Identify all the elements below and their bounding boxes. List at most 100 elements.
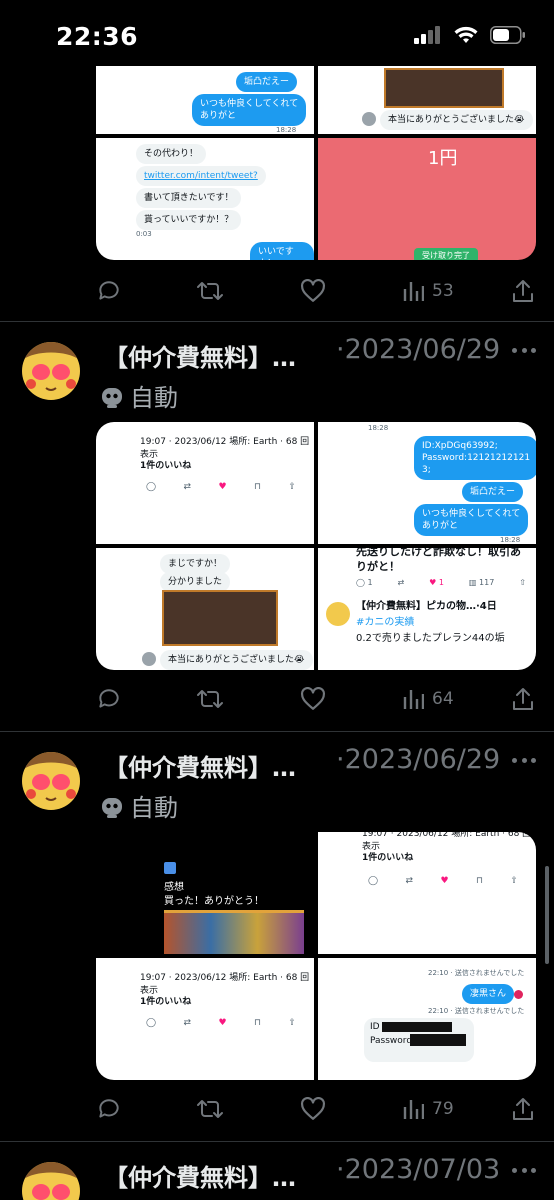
download-icon — [164, 862, 176, 874]
more-options-icon[interactable] — [512, 1168, 536, 1176]
avatar[interactable] — [22, 342, 80, 400]
media-image-4[interactable]: 先送りしたけど詐欺なし！取引ありがと！ ◯ 1 ⇄ ♥ 1 ▥ 117 ⇧ 【仲介費無料… — [318, 548, 536, 670]
send-status: 22:10 · 送信されませんでした — [428, 969, 525, 977]
status-icons — [414, 26, 526, 44]
share-icon — [513, 688, 533, 710]
views-button[interactable]: 53 — [402, 276, 454, 306]
chat-time: 18:28 — [500, 536, 521, 544]
chat-bubble: その代わり！ — [136, 144, 207, 165]
heart-icon — [301, 279, 325, 302]
robot-icon — [102, 797, 122, 818]
share-button[interactable] — [512, 684, 534, 714]
avatar[interactable] — [22, 752, 80, 810]
like-button[interactable] — [300, 276, 326, 306]
like-button[interactable] — [300, 1094, 326, 1124]
heart-icon — [301, 687, 325, 710]
tweet-actions: 64 — [96, 684, 536, 714]
avatar-image — [22, 342, 80, 400]
complete-button: 受け取り完了 — [414, 248, 478, 260]
chat-link: twitter.com/intent/tweet? — [136, 166, 266, 187]
media-image-4[interactable]: 1円 受け取り完了 — [318, 138, 536, 260]
share-icon — [513, 1098, 533, 1120]
media-image-4[interactable]: 22:10 · 送信されませんでした 凄黒さん 22:10 · 送信されませんで… — [318, 958, 536, 1080]
mini-action-row: ◯ ⇄ ♥ ⊓ ⇧ — [368, 876, 518, 886]
heart-icon — [301, 1097, 325, 1120]
chat-bubble: 本当にありがとうございました😭 — [160, 650, 313, 670]
views-chart-icon — [403, 282, 424, 301]
chat-bubble: 垢凸だえー — [236, 72, 298, 93]
tweet-divider — [0, 731, 554, 732]
send-status: 22:10 · 送信されませんでした — [428, 1007, 525, 1015]
post-meta: 19:07 · 2023/06/12 場所: Earth · 68 回表示 — [362, 832, 532, 852]
chat-bubble: 凄黒さん — [462, 984, 515, 1005]
more-options-icon[interactable] — [512, 348, 536, 356]
display-name[interactable]: 【仲介費無料】… — [104, 748, 296, 783]
reply-button[interactable] — [96, 276, 122, 306]
share-button[interactable] — [512, 1094, 534, 1124]
chat-bubble: いつも仲良くしてくれて ありがと — [414, 504, 529, 537]
chat-time: 18:28 — [276, 126, 297, 134]
game-screenshot — [164, 910, 304, 954]
mini-action-row: ◯ ⇄ ♥ ⊓ ⇧ — [146, 482, 296, 492]
media-image-1[interactable]: 19:07 · 2023/06/12 場所: Earth · 68 回表示 1件… — [96, 422, 314, 544]
tweet-media-grid[interactable]: 感想 買った！ありがとう！ 19:07 · 2023/06/12 場所: Ear… — [96, 832, 536, 1080]
reply-button[interactable] — [96, 1094, 122, 1124]
price-label: 1円 — [428, 148, 458, 169]
tweet-divider — [0, 1141, 554, 1142]
media-image-3[interactable]: 19:07 · 2023/06/12 場所: Earth · 68 回表示 1件… — [96, 958, 314, 1080]
media-image-2[interactable]: 18:28 ID:XpDGq63992; Password:1212121212… — [318, 422, 536, 544]
wifi-icon — [454, 26, 478, 43]
reply-icon — [99, 1099, 119, 1118]
post-meta: 19:07 · 2023/06/12 場所: Earth · 68 回表示 — [140, 973, 310, 996]
scrollbar[interactable] — [545, 866, 549, 964]
like-button[interactable] — [300, 684, 326, 714]
views-count: 79 — [432, 1099, 454, 1119]
automated-label: 自動 — [100, 378, 178, 413]
tweet-date[interactable]: ·2023/06/29 — [336, 744, 500, 775]
chat-bubble: 本当にありがとうございました😭 — [380, 110, 533, 131]
game-screenshot — [162, 590, 278, 646]
views-button[interactable]: 79 — [402, 1094, 454, 1124]
media-image-3[interactable]: その代わり！ twitter.com/intent/tweet? 書いて頂きたい… — [96, 138, 314, 260]
automated-label: 自動 — [100, 788, 178, 823]
avatar-image — [22, 752, 80, 810]
review-label: 感想 — [164, 882, 184, 893]
views-button[interactable]: 64 — [402, 684, 454, 714]
media-image-2[interactable]: 19:07 · 2023/06/12 場所: Earth · 68 回表示 1件… — [318, 832, 536, 954]
chat-bubble: 貰っていいですか！？ — [136, 210, 242, 231]
chat-bubble: 垢凸だえー — [462, 482, 524, 503]
retweet-button[interactable] — [196, 1094, 224, 1124]
reply-icon — [99, 281, 119, 300]
post-meta: 19:07 · 2023/06/12 場所: Earth · 68 回表示 — [140, 437, 310, 460]
retweet-icon — [197, 282, 223, 300]
display-name[interactable]: 【仲介費無料】… — [104, 1158, 296, 1193]
tweet-date[interactable]: ·2023/07/03 — [336, 1154, 500, 1185]
reply-button[interactable] — [96, 684, 122, 714]
automated-text: 自動 — [130, 794, 178, 822]
battery-icon — [490, 26, 525, 44]
retweet-icon — [197, 1100, 223, 1118]
avatar-placeholder-icon — [142, 652, 156, 666]
display-name[interactable]: 【仲介費無料】… — [104, 338, 296, 373]
chat-time: 0:03 — [136, 230, 152, 238]
robot-icon — [102, 387, 122, 408]
status-time: 22:36 — [56, 22, 139, 51]
more-options-icon[interactable] — [512, 758, 536, 766]
share-button[interactable] — [512, 276, 534, 306]
retweet-button[interactable] — [196, 276, 224, 306]
views-count: 64 — [432, 689, 454, 709]
automated-text: 自動 — [130, 384, 178, 412]
tweet-media-grid[interactable]: 19:07 · 2023/06/12 場所: Earth · 68 回表示 1件… — [96, 422, 536, 670]
retweet-button[interactable] — [196, 684, 224, 714]
game-screenshot — [384, 68, 504, 108]
chat-bubble: ID:XpDGq63992; Password:12121212121 3; — [414, 436, 536, 481]
mini-action-row: ◯ 1 ⇄ ♥ 1 ▥ 117 ⇧ — [356, 578, 526, 587]
media-image-3[interactable]: まじですか！ 分かりました 本当にありがとうございました😭 — [96, 548, 314, 670]
views-count: 53 — [432, 281, 454, 301]
avatar[interactable] — [22, 1162, 80, 1200]
tweet-date[interactable]: ·2023/06/29 — [336, 334, 500, 365]
media-image-1[interactable]: 感想 買った！ありがとう！ — [96, 832, 314, 954]
chat-bubble: いいですよ！ — [250, 242, 314, 260]
mini-avatar — [326, 602, 350, 626]
quoted-name: 【仲介費無料】ピカの物…·4日 — [356, 601, 497, 612]
